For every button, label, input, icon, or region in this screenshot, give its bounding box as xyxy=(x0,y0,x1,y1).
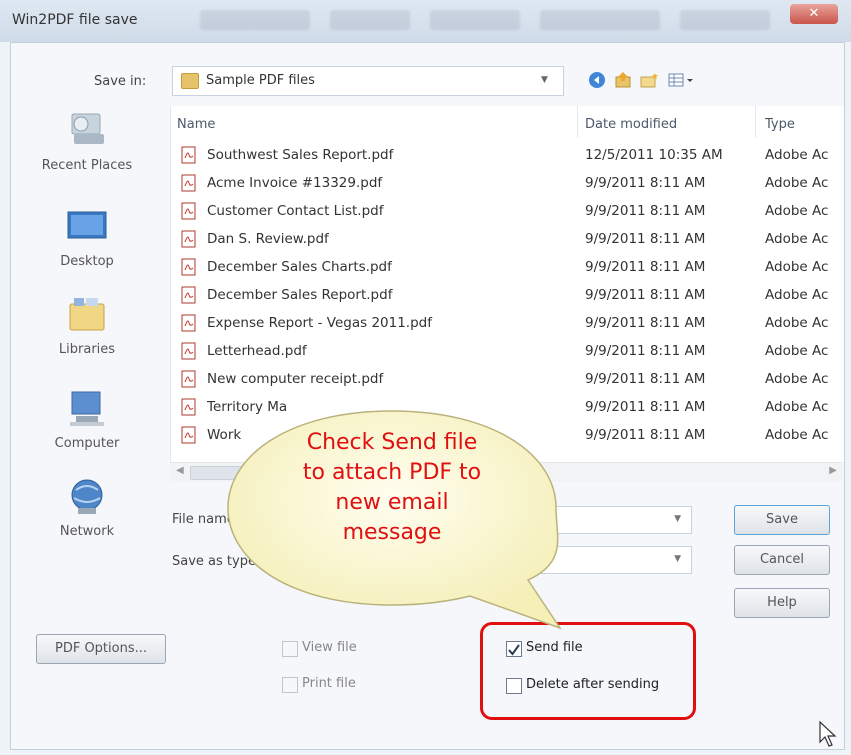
callout-bubble xyxy=(227,410,562,630)
callout-line: to attach PDF to xyxy=(302,460,482,485)
callout-line: message xyxy=(342,520,442,545)
callout-text: Check Send file to attach PDF to new ema… xyxy=(264,428,520,548)
callout-line: new email xyxy=(335,490,449,515)
callout-line: Check Send file xyxy=(306,430,478,455)
file-save-dialog: Win2PDF file save ✕ Save in: Sample PDF … xyxy=(0,0,851,755)
mouse-cursor-icon xyxy=(818,720,838,752)
